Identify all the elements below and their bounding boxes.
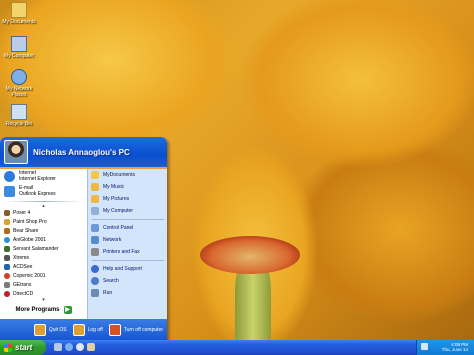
help-icon — [91, 265, 99, 273]
menu-item-control-panel[interactable]: Control Panel — [88, 222, 167, 234]
program-xtreme[interactable]: Xtreme — [0, 253, 87, 262]
desktop-icon-recycle-bin[interactable]: Recycle Bin — [2, 104, 36, 127]
tray-monitor-icon[interactable] — [421, 343, 428, 350]
start-menu: Nicholas Annaoglou's PC Internet Internet… — [0, 137, 167, 341]
start-menu-header: Nicholas Annaoglou's PC — [0, 137, 167, 169]
my-computer-icon — [11, 36, 27, 52]
my-music-icon — [91, 183, 99, 191]
network-icon — [91, 236, 99, 244]
menu-item-my-computer[interactable]: My Computer — [88, 205, 167, 217]
program-bear-share[interactable]: Bear Share — [0, 226, 87, 235]
directcd-icon — [4, 290, 10, 297]
program-poser[interactable]: Poser 4 — [0, 208, 87, 217]
log-off-icon — [72, 324, 85, 336]
start-menu-left-pane: Internet Internet Explorer E-mail Outlook … — [0, 169, 87, 319]
log-off-button[interactable]: Log off — [72, 324, 103, 336]
desktop-icon-network-places[interactable]: My Network Places — [2, 69, 36, 98]
acdsee-icon — [4, 263, 10, 270]
pinned-email[interactable]: E-mail Outlook Express — [0, 184, 87, 199]
quit-button[interactable]: Quit OS — [33, 324, 67, 336]
xtreme-icon — [4, 254, 10, 261]
copernic-icon — [4, 272, 10, 279]
system-tray: 4:08 PM Thu, June 14 — [416, 340, 474, 355]
menu-item-my-music[interactable]: My Music — [88, 181, 167, 193]
control-panel-icon — [91, 224, 99, 232]
avatar[interactable] — [4, 140, 28, 164]
desktop-icon-my-documents[interactable]: My Documents — [2, 2, 36, 25]
search-icon — [91, 277, 99, 285]
bearshare-icon — [4, 227, 10, 234]
menu-item-my-pictures[interactable]: My Pictures — [88, 193, 167, 205]
program-copernic[interactable]: Copernic 2001 — [0, 271, 87, 280]
windows-logo-icon — [4, 343, 12, 352]
taskbar: start 4:08 PM Thu, June 14 — [0, 340, 474, 355]
power-icon — [108, 324, 121, 336]
separator — [92, 260, 164, 261]
menu-item-network[interactable]: Network — [88, 234, 167, 246]
my-pictures-icon — [91, 195, 99, 203]
desktop-icon[interactable] — [54, 343, 62, 351]
program-salamander[interactable]: Servant Salamander — [0, 244, 87, 253]
run-icon — [91, 289, 99, 297]
desktop-icon-my-computer[interactable]: My Computer — [2, 36, 36, 59]
user-name: Nicholas Annaoglou's PC — [33, 147, 130, 157]
my-computer-icon — [91, 207, 99, 215]
getrans-icon — [4, 281, 10, 288]
start-menu-right-pane: MyDocuments My Music My Pictures My Comp… — [87, 169, 167, 319]
my-documents-icon — [11, 2, 27, 18]
pinned-internet[interactable]: Internet Internet Explorer — [0, 169, 87, 184]
turn-off-button[interactable]: Turn off computer — [108, 324, 163, 336]
start-menu-footer: Quit OS Log off Turn off computer — [0, 319, 167, 341]
separator — [92, 219, 164, 220]
separator — [4, 201, 83, 202]
menu-item-run[interactable]: Run — [88, 287, 167, 299]
internet-explorer-icon — [4, 171, 15, 182]
start-button[interactable]: start — [0, 340, 46, 355]
network-places-icon — [11, 69, 27, 85]
menu-item-help[interactable]: Help and Support — [88, 263, 167, 275]
arrow-right-icon: ▶ — [63, 306, 72, 314]
salamander-icon — [4, 245, 10, 252]
internet-explorer-icon[interactable] — [65, 343, 73, 351]
menu-item-printers[interactable]: Printers and Fax — [88, 246, 167, 258]
aniglobe-icon — [4, 236, 10, 243]
menu-item-search[interactable]: Search — [88, 275, 167, 287]
program-getrans[interactable]: GEtrans — [0, 280, 87, 289]
paint-shop-pro-icon — [4, 218, 10, 225]
outlook-express-icon — [4, 186, 15, 197]
media-player-icon[interactable] — [76, 343, 84, 351]
menu-item-my-documents[interactable]: MyDocuments — [88, 169, 167, 181]
program-aniglobe[interactable]: AniGlobe 2001 — [0, 235, 87, 244]
recycle-bin-icon — [11, 104, 27, 120]
all-programs-button[interactable]: More Programs ▶ — [0, 301, 87, 319]
quit-icon — [33, 324, 46, 336]
program-acdsee[interactable]: ACDSee — [0, 262, 87, 271]
my-documents-icon — [91, 171, 99, 179]
program-paint-shop-pro[interactable]: Paint Shop Pro — [0, 217, 87, 226]
outlook-express-icon[interactable] — [87, 343, 95, 351]
printer-icon — [91, 248, 99, 256]
flower-center — [200, 236, 300, 274]
poser-icon — [4, 209, 10, 216]
